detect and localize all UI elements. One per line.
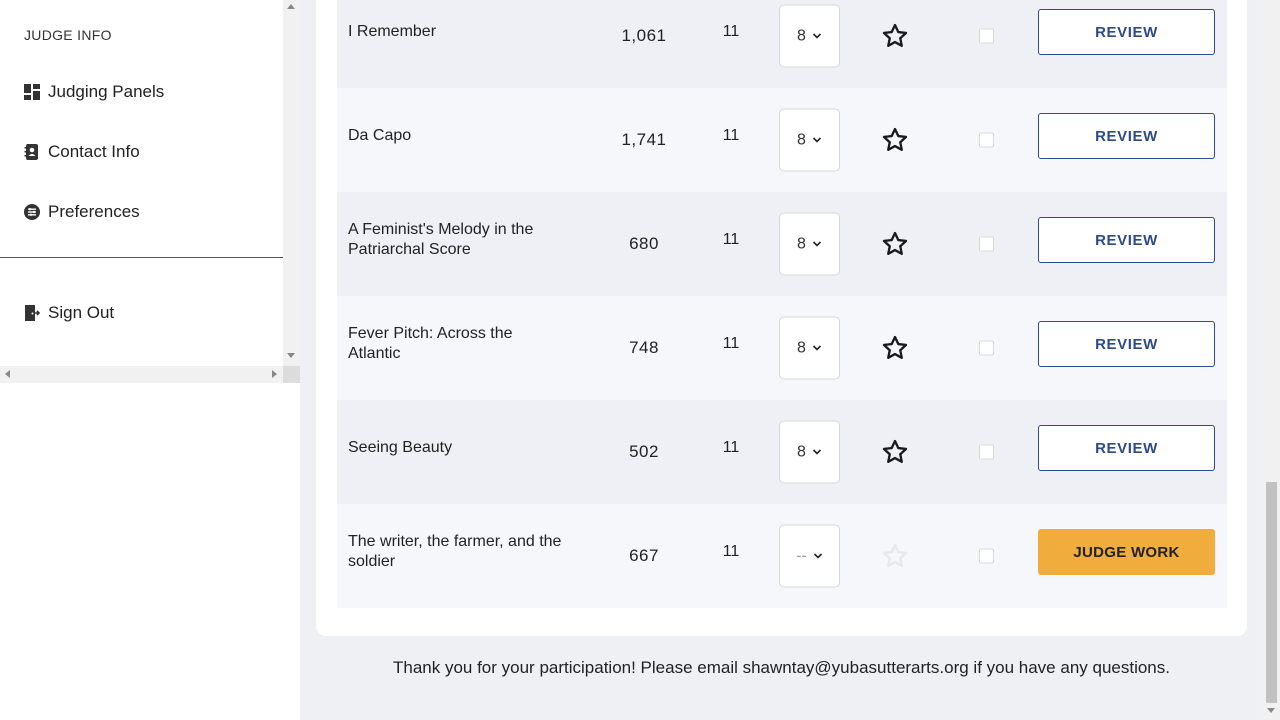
round-number: 11 (722, 127, 740, 144)
word-count: 502 (629, 442, 659, 461)
table-row: Da Capo 1,741 11 8 REVIEW (337, 88, 1227, 192)
word-count: 1,061 (621, 26, 667, 45)
score-select[interactable]: 8 (779, 4, 840, 68)
word-count: 1,741 (621, 130, 667, 149)
sidebar-item-label: Judging Panels (48, 82, 165, 101)
sidebar-item-label: Contact Info (48, 142, 140, 161)
score-value: 8 (797, 27, 806, 44)
sidebar-item-contact-info[interactable]: Contact Info (24, 142, 140, 162)
scroll-down-arrow-icon[interactable] (287, 353, 295, 358)
round-number: 11 (722, 543, 740, 560)
row-checkbox[interactable] (979, 132, 994, 148)
sidebar-item-judging-panels[interactable]: Judging Panels (24, 82, 164, 102)
row-checkbox[interactable] (979, 548, 994, 564)
score-select[interactable]: 8 (779, 212, 840, 276)
sidebar-vertical-scrollbar[interactable] (283, 0, 300, 366)
table-row: I Remember 1,061 11 8 REVIEW (337, 0, 1227, 88)
review-button[interactable]: REVIEW (1038, 425, 1215, 471)
table-row: The writer, the farmer, and the soldier 6… (337, 504, 1227, 608)
table-row: Seeing Beauty 502 11 8 REVIEW (337, 400, 1227, 504)
scroll-down-arrow-icon[interactable] (1267, 708, 1275, 713)
footer-message: Thank you for your participation! Please… (392, 658, 1170, 677)
scroll-right-arrow-icon[interactable] (272, 370, 277, 378)
chevron-down-icon (812, 27, 822, 45)
sidebar-divider (0, 257, 283, 258)
page-scrollbar-thumb[interactable] (1266, 482, 1277, 703)
word-count: 667 (629, 546, 659, 565)
score-select[interactable]: 8 (779, 108, 840, 172)
chevron-down-icon (812, 339, 822, 357)
score-value: 8 (797, 235, 806, 252)
word-count: 680 (629, 234, 659, 253)
sign-out-link[interactable]: Sign Out (24, 303, 114, 323)
sign-out-icon (25, 305, 40, 321)
score-select[interactable]: 8 (779, 420, 840, 484)
chevron-down-icon (812, 131, 822, 149)
review-button[interactable]: REVIEW (1038, 9, 1215, 55)
table-row: Fever Pitch: Across the Atlantic 748 11 8 RE… (337, 296, 1227, 400)
entry-title: The writer, the farmer, and the soldier (348, 533, 562, 570)
chevron-down-icon (812, 443, 822, 461)
entry-title: Da Capo (348, 127, 412, 144)
row-checkbox[interactable] (979, 236, 994, 252)
round-number: 11 (722, 23, 740, 40)
review-button[interactable]: REVIEW (1038, 217, 1215, 263)
round-number: 11 (722, 335, 740, 352)
score-value: 8 (797, 131, 806, 148)
dashboard-icon (24, 84, 40, 100)
scroll-up-arrow-icon[interactable] (287, 4, 295, 9)
sidebar-header: JUDGE INFO (24, 27, 112, 43)
row-checkbox[interactable] (979, 340, 994, 356)
score-select[interactable]: -- (779, 524, 840, 588)
round-number: 11 (722, 231, 740, 248)
score-value: 8 (797, 339, 806, 356)
favorite-star-icon[interactable] (881, 438, 909, 466)
sidebar-horizontal-scrollbar[interactable] (0, 366, 283, 383)
sidebar-menu: JUDGE INFO Judging Panels Contact Info P… (0, 0, 283, 366)
contact-book-icon (24, 144, 38, 160)
row-checkbox[interactable] (979, 28, 994, 44)
sidebar-item-label: Preferences (48, 202, 140, 221)
round-number: 11 (722, 439, 740, 456)
score-value: 8 (797, 443, 806, 460)
preferences-icon (24, 204, 40, 220)
entry-title: A Feminist's Melody in the Patriarchal S… (348, 221, 534, 258)
review-button[interactable]: REVIEW (1038, 113, 1215, 159)
favorite-star-icon[interactable] (881, 542, 909, 570)
favorite-star-icon[interactable] (881, 126, 909, 154)
entry-title: Fever Pitch: Across the Atlantic (348, 325, 513, 362)
row-checkbox[interactable] (979, 444, 994, 460)
score-select[interactable]: 8 (779, 316, 840, 380)
entries-table: I Remember 1,061 11 8 REVIEW Da Capo 1,741 11 8 R… (337, 0, 1227, 608)
entry-title: I Remember (348, 23, 437, 40)
review-button[interactable]: REVIEW (1038, 321, 1215, 367)
score-value: -- (796, 547, 807, 564)
scrollbar-corner (283, 366, 300, 383)
chevron-down-icon (813, 547, 823, 565)
favorite-star-icon[interactable] (881, 334, 909, 362)
entry-title: Seeing Beauty (348, 439, 453, 456)
sign-out-label: Sign Out (48, 303, 115, 322)
judge-work-button[interactable]: JUDGE WORK (1038, 529, 1215, 575)
sidebar: JUDGE INFO Judging Panels Contact Info P… (0, 0, 300, 720)
favorite-star-icon[interactable] (881, 22, 909, 50)
chevron-down-icon (812, 235, 822, 253)
sidebar-item-preferences[interactable]: Preferences (24, 202, 140, 222)
page-scrollbar[interactable] (1263, 0, 1280, 720)
table-row: A Feminist's Melody in the Patriarchal S… (337, 192, 1227, 296)
word-count: 748 (629, 338, 659, 357)
favorite-star-icon[interactable] (881, 230, 909, 258)
scroll-left-arrow-icon[interactable] (5, 370, 10, 378)
